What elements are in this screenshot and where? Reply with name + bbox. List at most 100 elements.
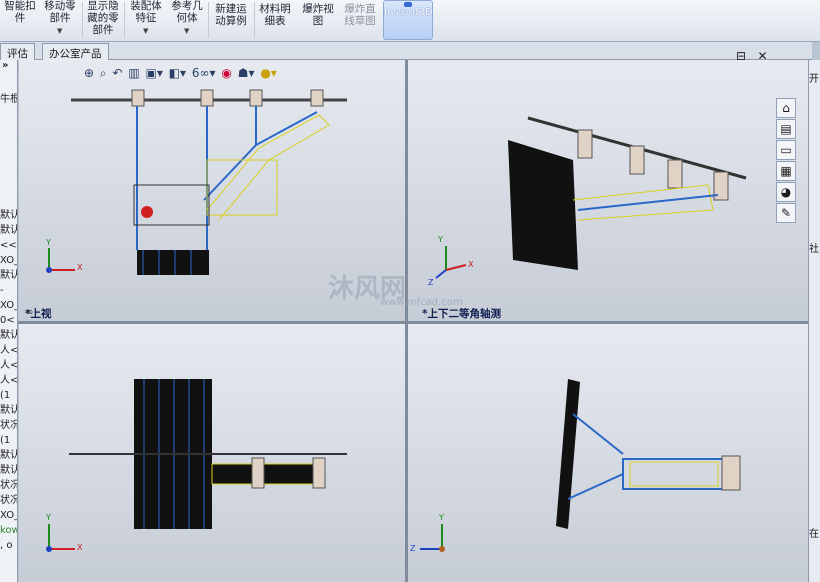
tree-item[interactable]: <<: [0, 240, 17, 252]
previous-view-icon[interactable]: ↶: [112, 66, 122, 80]
tree-item[interactable]: 状况: [0, 480, 17, 492]
ribbon-divider: [82, 2, 83, 38]
tree-item[interactable]: 人<: [0, 360, 17, 372]
viewport-label: *上下二等角轴测: [422, 308, 501, 320]
tree-item[interactable]: 默认: [0, 270, 17, 282]
button-label: 装配体: [130, 0, 162, 12]
triad-y-label: Y: [438, 235, 443, 244]
button-label: Instant3D: [384, 7, 433, 18]
tree-item[interactable]: 人<: [0, 345, 17, 357]
triad-x-label: X: [77, 543, 83, 552]
instant3d-button[interactable]: Instant3D: [383, 0, 433, 40]
tree-item[interactable]: 默认: [0, 450, 17, 462]
button-label: 件: [14, 12, 26, 24]
button-label: 爆炸视: [302, 3, 334, 15]
view-palette-icon[interactable]: ▦: [776, 161, 796, 181]
chevron-down-icon[interactable]: ▼: [57, 25, 62, 37]
tree-item[interactable]: 状况: [0, 420, 17, 432]
chevron-down-icon[interactable]: ▼: [184, 25, 189, 37]
button-label: 移动零: [44, 0, 76, 12]
chevron-down-icon[interactable]: ▼: [143, 25, 148, 37]
button-label: 显示隐: [87, 0, 119, 12]
tree-item[interactable]: 默认: [0, 465, 17, 477]
button-label: 何体: [176, 12, 198, 24]
ribbon-divider: [254, 2, 255, 38]
button-label: 细表: [264, 15, 286, 27]
design-library-icon[interactable]: ▤: [776, 119, 796, 139]
button-label: 智能扣: [4, 0, 36, 12]
tree-item[interactable]: , o: [0, 540, 17, 552]
assembly-features-button[interactable]: 装配体 特征 ▼: [126, 0, 166, 40]
tree-item[interactable]: 默认: [0, 405, 17, 417]
hide-show-icon[interactable]: 6∞▾: [192, 66, 216, 80]
triad-x-label: X: [468, 260, 474, 269]
move-component-button[interactable]: 移动零 部件 ▼: [40, 0, 80, 40]
viewport-front[interactable]: X Y: [19, 324, 405, 582]
task-pane: 开 社 在: [808, 60, 820, 582]
viewport-splitter-horizontal[interactable]: [18, 321, 808, 324]
button-label: 线草图: [344, 15, 376, 27]
tree-item[interactable]: 默认: [0, 330, 17, 342]
tree-item[interactable]: 默认: [0, 210, 17, 222]
feature-manager-tree: » 牛根 默认 默认 << XO_ 默认 - XO_ 0< 默认 人< 人< 人…: [0, 60, 18, 582]
view-settings-icon[interactable]: ●▾: [260, 66, 277, 80]
tree-item[interactable]: XO_: [0, 510, 17, 522]
apply-scene-icon[interactable]: ☗▾: [238, 66, 255, 80]
tab-office-products[interactable]: 办公室产品: [42, 43, 109, 60]
smart-fastener-button[interactable]: 智能扣 件: [2, 0, 38, 40]
exploded-view-button[interactable]: 爆炸视 图: [298, 3, 338, 43]
bill-of-materials-button[interactable]: 材料明 细表: [256, 3, 294, 43]
file-explorer-icon[interactable]: ▭: [776, 140, 796, 160]
new-motion-study-button[interactable]: 新建运 动算例: [210, 3, 252, 43]
model-drawing-dimetric: [435, 116, 747, 279]
show-hidden-components-button[interactable]: 显示隐 藏的零 部件: [84, 0, 122, 40]
expand-panel-button[interactable]: »: [0, 60, 17, 72]
button-label: 参考几: [171, 0, 203, 12]
pane-heading: 在: [809, 529, 819, 540]
tree-item[interactable]: 牛根: [0, 94, 17, 106]
button-label: 特征: [135, 12, 157, 24]
triad-y-label: Y: [46, 238, 51, 247]
home-icon[interactable]: ⌂: [776, 98, 796, 118]
button-label: 动算例: [215, 15, 247, 27]
triad-y-label: Y: [46, 513, 51, 522]
button-label: 图: [312, 15, 324, 27]
tree-item[interactable]: -: [0, 285, 17, 297]
tree-item[interactable]: 默认: [0, 225, 17, 237]
button-label: 材料明: [259, 3, 291, 15]
custom-properties-icon[interactable]: ✎: [776, 203, 796, 223]
appearances-icon[interactable]: ◕: [776, 182, 796, 202]
pane-heading: 开: [809, 74, 819, 85]
triad-z-label: Z: [410, 544, 416, 553]
pane-heading: 社: [809, 244, 819, 255]
section-view-icon[interactable]: ▥: [128, 66, 139, 80]
edit-appearance-icon[interactable]: ◉: [221, 66, 231, 80]
viewport-right[interactable]: Y Z: [408, 324, 808, 582]
model-drawing-right: [420, 379, 741, 552]
watermark-url: www.mfcad.com: [380, 297, 463, 308]
tree-item[interactable]: XO_: [0, 300, 17, 312]
tab-evaluate[interactable]: 评估: [0, 43, 35, 60]
link-views-icon[interactable]: ∞: [25, 307, 33, 318]
viewport-dimetric[interactable]: Y X Z *上下二等角轴测: [408, 60, 808, 321]
task-pane-tabs: ⌂ ▤ ▭ ▦ ◕ ✎: [776, 98, 796, 224]
tree-item[interactable]: kow: [0, 525, 17, 537]
tree-item[interactable]: XO_: [0, 255, 17, 267]
zoom-area-icon[interactable]: ⌕: [100, 66, 107, 80]
button-label: 藏的零: [87, 12, 119, 24]
triad-y-label: Y: [439, 513, 444, 522]
explode-line-sketch-button[interactable]: 爆炸直 线草图: [340, 3, 380, 43]
tree-item[interactable]: (1: [0, 390, 17, 402]
button-label: 部件: [49, 12, 71, 24]
tree-item[interactable]: (1: [0, 435, 17, 447]
triad-x-label: X: [77, 263, 83, 272]
tree-item[interactable]: 人<: [0, 375, 17, 387]
zoom-to-fit-icon[interactable]: ⊕: [84, 66, 94, 80]
display-style-icon[interactable]: ◧▾: [169, 66, 186, 80]
reference-geometry-button[interactable]: 参考几 何体 ▼: [168, 0, 206, 40]
tree-item[interactable]: 0<: [0, 315, 17, 327]
tree-item[interactable]: 状况: [0, 495, 17, 507]
heads-up-view-toolbar: ⊕ ⌕ ↶ ▥ ▣▾ ◧▾ 6∞▾ ◉ ☗▾ ●▾: [84, 66, 279, 82]
button-label: 新建运: [215, 3, 247, 15]
view-orientation-icon[interactable]: ▣▾: [146, 66, 163, 80]
